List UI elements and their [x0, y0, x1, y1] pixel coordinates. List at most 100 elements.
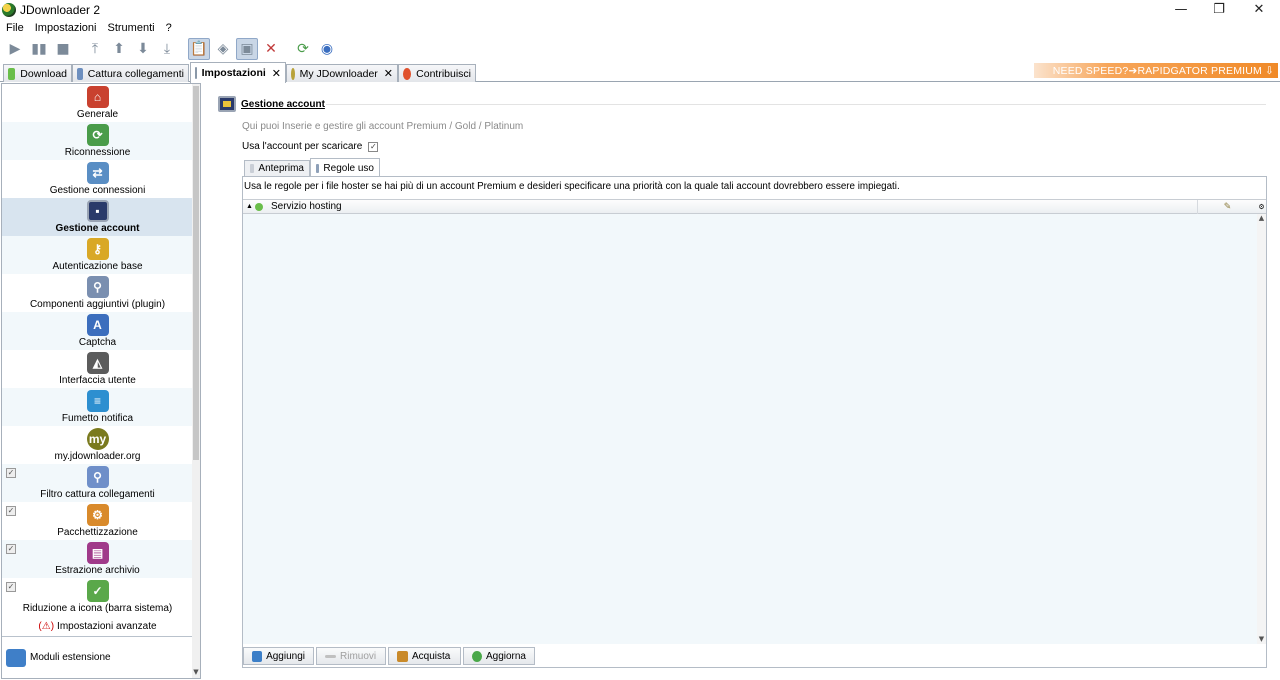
tab-download[interactable]: Download [3, 64, 72, 82]
settings-icon [195, 67, 197, 79]
rapidgator-premium-banner[interactable]: NEED SPEED?➔RAPIDGATOR PREMIUM ⇩ [1034, 63, 1278, 78]
sidebar-item-pacchettizzazione[interactable]: ✓ ⚙ Pacchettizzazione [2, 502, 193, 540]
keys-icon: ⚷ [86, 238, 109, 260]
column-servizio-hosting[interactable]: Servizio hosting [269, 201, 1197, 212]
sidebar-item-gestione-account[interactable]: ▪ Gestione account [2, 198, 193, 236]
pause-icon[interactable]: ▮▮ [28, 38, 50, 60]
sidebar-item-filtro-cattura[interactable]: ✓ ⚲ Filtro cattura collegamenti [2, 464, 193, 502]
move-top-icon[interactable]: ⤒ [84, 38, 106, 60]
advanced-settings-link[interactable]: (⚠) Impostazioni avanzate [2, 617, 193, 635]
section-header: Gestione account [218, 96, 325, 112]
shutdown-icon[interactable]: ✕ [260, 38, 282, 60]
reconnect-toggle-icon[interactable]: ▣ [236, 38, 258, 60]
sidebar-item-estrazione-archivio[interactable]: ✓ ▤ Estrazione archivio [2, 540, 193, 578]
minimize-button[interactable]: — [1161, 0, 1201, 19]
remove-button[interactable]: Rimuovi [316, 647, 386, 665]
puzzle-icon [6, 648, 26, 667]
scroll-down-icon[interactable]: ▼ [192, 668, 200, 678]
sort-toggle[interactable]: ▲ [243, 202, 269, 211]
usage-rules-panel: Usa le regole per i file hoster se hai p… [242, 176, 1267, 668]
sidebar-item-autenticazione-base[interactable]: ⚷ Autenticazione base [2, 236, 193, 274]
table-header: ▲ Servizio hosting ✎ ⚙ [243, 199, 1266, 214]
stop-icon[interactable]: ■ [52, 38, 74, 60]
packager-icon: ⚙ [86, 504, 109, 526]
scroll-down-icon[interactable]: ▼ [1257, 635, 1266, 644]
jdownloader-logo-icon [2, 2, 16, 17]
reconnect-icon[interactable]: ◉ [316, 38, 338, 60]
plus-icon [252, 650, 263, 662]
archive-icon: ▤ [86, 542, 109, 564]
toolbar: ▶ ▮▮ ■ ⤒ ⬆ ⬇ ⤓ 📋 ◈ ▣ ✕ ⟳ ◉ [0, 37, 1280, 61]
buy-button[interactable]: Acquista [388, 647, 461, 665]
window-title: JDownloader 2 [20, 2, 101, 17]
reconnect-icon: ⟳ [86, 124, 109, 146]
restore-button[interactable]: ❐ [1199, 0, 1239, 19]
sidebar-item-fumetto-notifica[interactable]: ≡ Fumetto notifica [2, 388, 193, 426]
monitor-icon [218, 96, 236, 112]
tab-impostazioni[interactable]: Impostazioni ✕ [190, 62, 286, 83]
myjd-icon: my [86, 428, 109, 450]
sidebar-item-captcha[interactable]: A Captcha [2, 312, 193, 350]
move-up-icon[interactable]: ⬆ [108, 38, 130, 60]
tray-icon: ✓ [86, 580, 109, 602]
scroll-up-icon[interactable]: ▲ [1257, 214, 1266, 223]
sidebar-item-riduzione-icona[interactable]: ✓ ✓ Riduzione a icona (barra sistema) [2, 578, 193, 616]
main-tabs: Download Cattura collegamenti Impostazio… [0, 62, 1280, 83]
enabled-checkbox[interactable]: ✓ [6, 582, 16, 592]
refresh-icon [472, 650, 482, 662]
tab-my-jdownloader[interactable]: My JDownloader ✕ [286, 64, 398, 82]
sidebar-item-interfaccia-utente[interactable]: ◭ Interfaccia utente [2, 350, 193, 388]
close-tab-impostazioni-icon[interactable]: ✕ [272, 67, 281, 80]
refresh-button[interactable]: Aggiorna [463, 647, 535, 665]
menu-impostazioni[interactable]: Impostazioni [29, 22, 102, 34]
sidebar-item-generale[interactable]: ⌂ Generale [2, 84, 193, 122]
premium-icon[interactable]: ◈ [212, 38, 234, 60]
sidebar-item-riconnessione[interactable]: ⟳ Riconnessione [2, 122, 193, 160]
captcha-icon: A [86, 314, 109, 336]
sidebar-item-plugin[interactable]: ⚲ Componenti aggiuntivi (plugin) [2, 274, 193, 312]
settings-category-list: ⌂ Generale ⟳ Riconnessione ⇄ Gestione co… [2, 84, 193, 616]
menu-help[interactable]: ? [160, 22, 177, 34]
extension-modules-link[interactable]: Moduli estensione [2, 636, 193, 678]
buy-icon [397, 650, 408, 662]
sidebar-scrollbar-thumb[interactable] [193, 86, 199, 460]
speech-bubble-icon: ≡ [86, 390, 109, 412]
sidebar-scrollbar[interactable]: ▼ [192, 84, 200, 678]
menu-file[interactable]: File [0, 22, 29, 34]
sidebar-item-gestione-connessioni[interactable]: ⇄ Gestione connessioni [2, 160, 193, 198]
download-icon [8, 67, 16, 80]
menu-strumenti[interactable]: Strumenti [102, 22, 160, 34]
tab-regole-uso[interactable]: Regole uso [310, 158, 380, 177]
play-icon[interactable]: ▶ [4, 38, 26, 60]
close-tab-my-jdownloader-icon[interactable]: ✕ [384, 67, 393, 80]
account-manager-panel: Gestione account Qui puoi Inserie e gest… [204, 83, 1279, 679]
settings-sidebar: ⌂ Generale ⟳ Riconnessione ⇄ Gestione co… [1, 83, 201, 679]
minus-icon [325, 654, 336, 658]
warning-icon: (⚠) [38, 620, 55, 632]
section-description: Qui puoi Inserie e gestire gli account P… [242, 121, 524, 132]
heart-icon [403, 67, 412, 80]
network-icon: ⇄ [86, 162, 109, 184]
use-account-checkbox[interactable]: ✓ [368, 141, 379, 152]
enabled-checkbox[interactable]: ✓ [6, 468, 16, 478]
list-icon [250, 164, 255, 173]
close-button[interactable]: ✕ [1239, 0, 1279, 19]
column-config-icon[interactable]: ⚙ [1257, 203, 1266, 211]
enabled-checkbox[interactable]: ✓ [6, 544, 16, 554]
move-down-icon[interactable]: ⬇ [132, 38, 154, 60]
monitor-icon: ▪ [86, 200, 109, 222]
sidebar-item-my-jdownloader[interactable]: my my.jdownloader.org [2, 426, 193, 464]
tab-anteprima[interactable]: Anteprima [244, 160, 310, 176]
add-button[interactable]: Aggiungi [243, 647, 314, 665]
tab-contribuisci[interactable]: Contribuisci [398, 64, 476, 82]
enabled-checkbox[interactable]: ✓ [6, 506, 16, 516]
rules-icon [316, 163, 320, 173]
tab-cattura-collegamenti[interactable]: Cattura collegamenti [72, 64, 189, 82]
table-scrollbar[interactable]: ▲ ▼ [1257, 214, 1266, 644]
plugin-search-icon: ⚲ [86, 276, 109, 298]
linkgrabber-icon [77, 67, 83, 80]
update-icon[interactable]: ⟳ [292, 38, 314, 60]
clipboard-icon[interactable]: 📋 [188, 38, 210, 60]
move-bottom-icon[interactable]: ⤓ [156, 38, 178, 60]
edit-column-icon[interactable]: ✎ [1197, 199, 1257, 214]
